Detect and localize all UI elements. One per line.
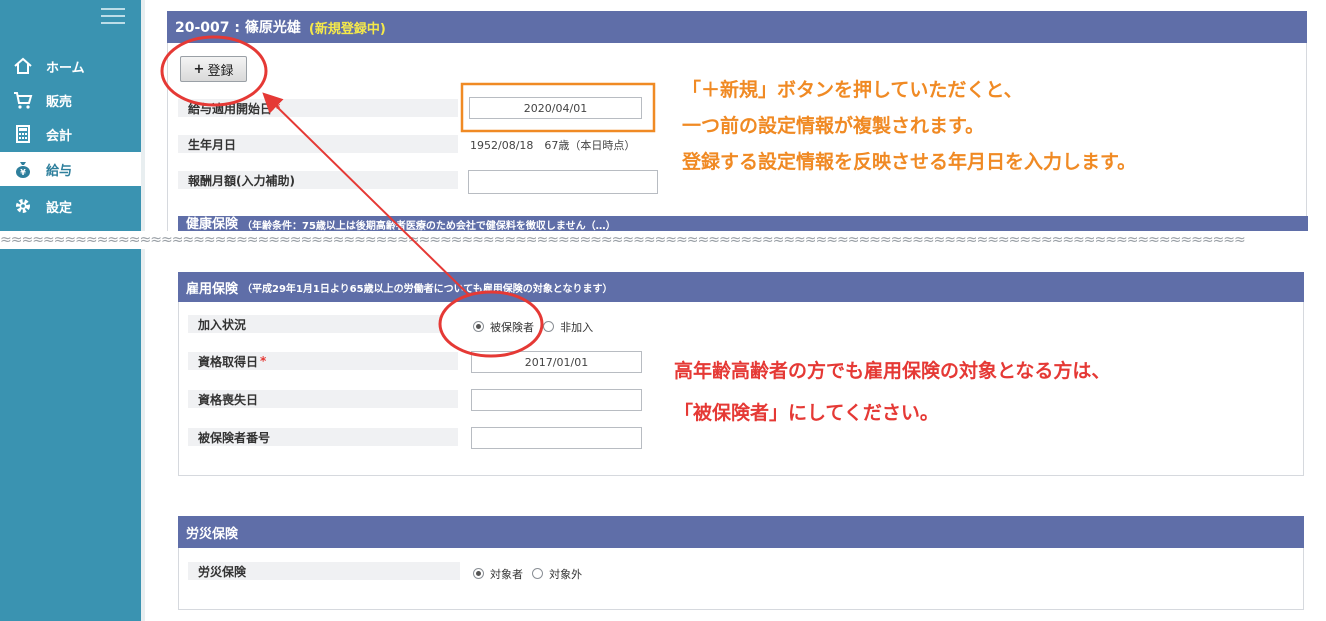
radio-dot [543,321,555,332]
workers-comp-radios: 対象者 対象外 [473,564,582,583]
sidebar-item-home[interactable]: ホーム [0,49,145,83]
cart-icon [12,89,34,111]
sidebar-item-sales[interactable]: 販売 [0,83,145,117]
menu-icon[interactable] [101,8,125,26]
radio-dot [473,568,484,579]
enrollment-status-radios: 被保険者 非加入 [473,317,593,336]
radio-not-enrolled[interactable]: 非加入 [543,319,593,335]
annotation-line: 「＋新規」ボタンを押していただくと、 [682,79,1023,101]
sidebar-item-label: 給与 [46,163,73,179]
moneybag-icon: ¥ [12,158,34,180]
page-title: 20-007 : 篠原光雄 [175,20,301,36]
radio-insured[interactable]: 被保険者 [473,319,534,335]
sidebar-item-accounting[interactable]: 会計 [0,117,145,151]
annotation-top: 「＋新規」ボタンを押していただくと、 一つ前の設定情報が複製されます。 登録する… [682,72,1302,180]
workers-comp-title: 労災保険 [186,526,239,542]
monthly-pay-input[interactable] [468,170,658,194]
sidebar-item-label: 設定 [46,200,73,216]
sidebar-item-payroll[interactable]: ¥ 給与 [0,152,145,186]
register-button[interactable]: + 登録 [180,56,247,82]
annotation-line: 「被保険者」にしてください。 [674,402,939,424]
svg-text:¥: ¥ [20,168,26,177]
radio-excluded[interactable]: 対象外 [532,566,582,582]
start-date-input[interactable]: 2020/04/01 [469,97,642,119]
home-icon [12,55,34,77]
plus-icon: + [193,61,205,77]
insured-number-input[interactable] [471,427,642,449]
radio-dot [532,568,544,579]
annotation-bottom: 高年齢高齢者の方でも雇用保険の対象となる方は、 「被保険者」にしてください。 [674,350,1274,434]
radio-dot [473,321,484,332]
health-insurance-title: 健康保険 [186,217,239,232]
gear-icon [12,195,34,217]
annotation-line: 一つ前の設定情報が複製されます。 [682,115,985,137]
section-break: ≈≈≈≈≈≈≈≈≈≈≈≈≈≈≈≈≈≈≈≈≈≈≈≈≈≈≈≈≈≈≈≈≈≈≈≈≈≈≈≈… [0,231,1326,249]
acquire-date-input[interactable]: 2017/01/01 [471,351,642,373]
employment-insurance-header: 雇用保険 （平成29年1月1日より65歳以上の労働者についても雇用保険の対象とな… [178,272,1304,302]
annotation-line: 高年齢高齢者の方でも雇用保険の対象となる方は、 [674,360,1111,382]
screen: ホーム 販売 会計 ¥ 給与 設定 20-007: 篠原光雄 (新規登録中) … [0,0,1326,621]
loss-date-input[interactable] [471,389,642,411]
sidebar-continuation [0,248,145,621]
loss-date-label: 資格喪失日 [188,390,458,408]
health-insurance-note: （年齢条件：75歳以上は後期高齢者医療のため会社で健保料を徴収しません（…） [242,221,616,232]
employment-insurance-note: （平成29年1月1日より65歳以上の労働者についても雇用保険の対象となります） [242,283,613,295]
sidebar-divider [141,0,145,621]
monthly-pay-label: 報酬月額(入力補助) [178,171,458,189]
employment-insurance-title: 雇用保険 [186,281,239,297]
acquire-date-label: 資格取得日 * [188,352,458,370]
workers-comp-label: 労災保険 [188,562,460,580]
calculator-icon [12,123,34,145]
sidebar-item-label: ホーム [46,60,85,76]
birth-date-label: 生年月日 [178,135,458,153]
health-insurance-header: 健康保険 （年齢条件：75歳以上は後期高齢者医療のため会社で健保料を徴収しません… [178,216,1308,232]
sidebar: ホーム 販売 会計 ¥ 給与 設定 [0,0,145,233]
sidebar-item-label: 会計 [46,128,73,144]
insured-number-label: 被保険者番号 [188,428,458,446]
enrollment-status-label: 加入状況 [188,315,440,333]
radio-target[interactable]: 対象者 [473,566,523,582]
annotation-line: 登録する設定情報を反映させる年月日を入力します。 [682,151,1137,173]
start-date-label: 給与適用開始日 * [178,99,458,117]
register-button-label: 登録 [207,63,234,79]
sidebar-item-settings[interactable]: 設定 [0,189,145,223]
employee-header: 20-007 : 篠原光雄 (新規登録中) [167,11,1307,43]
birth-date-value: 1952/08/18 67歳（本日時点） [470,139,636,152]
workers-comp-header: 労災保険 [178,516,1304,548]
sidebar-item-label: 販売 [46,94,73,110]
status-badge: (新規登録中) [308,21,386,37]
